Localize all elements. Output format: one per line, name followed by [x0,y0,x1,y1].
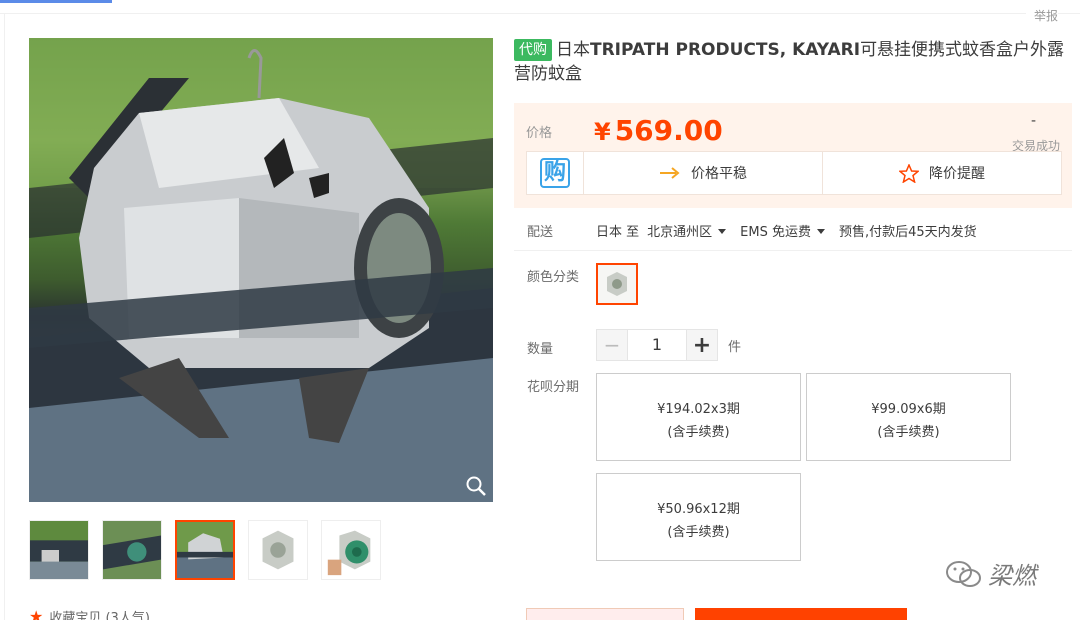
buy-now-button[interactable] [526,608,684,620]
installment-label: 花呗分期 [527,380,580,395]
quantity-label: 数量 [527,342,554,357]
daigou-badge: 代购 [514,39,552,61]
shipping-from: 日本 至 [596,225,640,240]
report-link[interactable]: 举报 [1025,7,1058,24]
left-border [4,14,5,620]
quantity-increase-button[interactable]: + [686,329,718,361]
add-to-cart-button[interactable] [695,608,907,620]
thumbnail-4[interactable] [248,520,308,580]
favorite-label: 收藏宝贝 (3人气) [49,611,150,620]
star-icon: ★ [29,607,44,620]
main-product-image[interactable] [29,38,493,502]
price-alert-label: 降价提醒 [929,166,985,182]
watermark-text: 梁燃 [988,562,1036,590]
plan-fee: (含手续费) [667,425,730,440]
plan-fee: (含手续费) [667,525,730,540]
title-prefix: 日本 [556,40,590,60]
currency-symbol: ¥ [594,118,611,146]
chevron-down-icon [718,229,727,234]
thumbnail-strip [29,520,381,580]
shipping-destination: 北京通州区 [647,225,713,240]
star-outline-icon [899,163,919,183]
price-trend-label: 价格平稳 [691,166,747,182]
gou-logo-text: 购 [539,158,570,188]
product-title: 代购 日本TRIPATH PRODUCTS, KAYARI可悬挂便携式蚊香盒户外露… [514,38,1074,86]
thumbnail-5[interactable] [321,520,381,580]
top-tab-indicator [0,0,112,3]
color-option-swatch[interactable] [596,263,638,305]
quantity-unit: 件 [728,339,742,355]
price-label: 价格 [526,126,553,141]
price-value: ¥569.00 [594,111,723,152]
zoom-icon[interactable] [465,475,487,497]
deal-count: - [1030,113,1036,129]
price-panel: 价格 ¥569.00 - 交易成功 购 价格平稳 降价提醒 [514,103,1072,208]
shipping-note: 预售,付款后45天内发货 [838,225,977,240]
quantity-stepper: − 1 + 件 [596,329,741,361]
plan-amount: ¥99.09x6期 [871,402,946,417]
quantity-input[interactable]: 1 [628,329,686,361]
thumbnail-1[interactable] [29,520,89,580]
thumbnail-2[interactable] [102,520,162,580]
installment-plan-6[interactable]: ¥99.09x6期 (含手续费) [806,373,1011,461]
quantity-decrease-button[interactable]: − [596,329,628,361]
arrow-right-icon [660,167,680,179]
options-divider [514,250,1072,251]
plan-amount: ¥194.02x3期 [657,402,740,417]
top-divider [0,13,1080,14]
shipping-destination-select[interactable]: 北京通州区 [647,221,732,240]
wechat-icon [946,560,981,587]
plan-amount: ¥50.96x12期 [657,502,740,517]
price-tools: 购 价格平稳 降价提醒 [526,151,1062,195]
price-alert-button[interactable]: 降价提醒 [822,152,1061,194]
price-amount: 569.00 [614,114,723,147]
shipping-info: 日本 至 北京通州区 EMS 免运费 预售,付款后45天内发货 [596,221,977,240]
thumbnail-3[interactable] [175,520,235,580]
shipping-method: EMS 免运费 [740,225,811,240]
favorite-link[interactable]: ★ 收藏宝贝 (3人气) [29,607,150,620]
watermark: 梁燃 [944,556,1036,591]
product-page: 举报 ★ 收藏宝贝 (3人气) 代购 日本TRIPATH PRODUCTS, K… [0,0,1080,620]
shipping-label: 配送 [527,225,554,240]
chevron-down-icon [816,229,825,234]
price-trend-button[interactable]: 价格平稳 [584,152,822,194]
color-label: 颜色分类 [527,270,580,285]
shipping-method-select[interactable]: EMS 免运费 [740,221,831,240]
installment-plan-12[interactable]: ¥50.96x12期 (含手续费) [596,473,801,561]
installment-plan-3[interactable]: ¥194.02x3期 (含手续费) [596,373,801,461]
title-brand: TRIPATH PRODUCTS, KAYARI [590,40,861,60]
gou-logo-icon: 购 [527,152,584,194]
plan-fee: (含手续费) [877,425,940,440]
